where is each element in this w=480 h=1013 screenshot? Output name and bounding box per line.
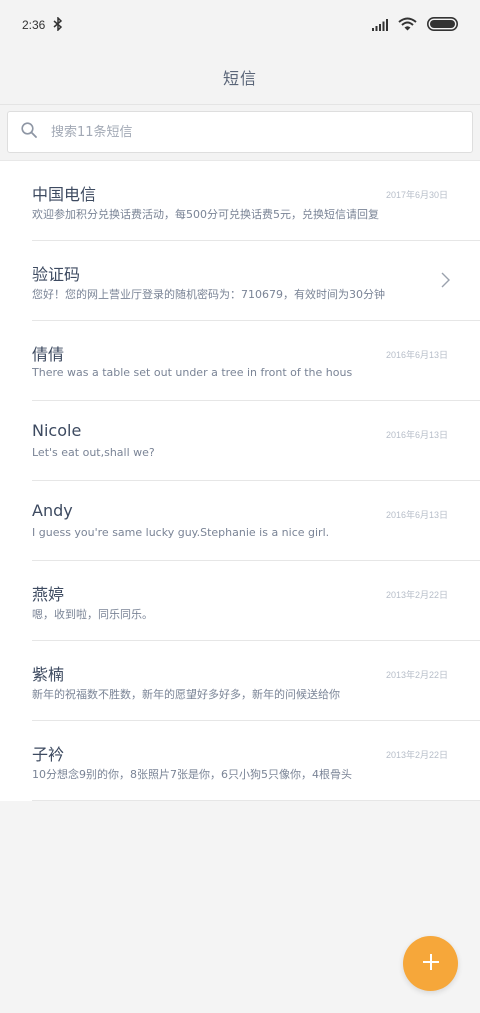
message-preview: 您好！您的网上营业厅登录的随机密码为：710679，有效时间为30分钟 [32,288,385,301]
message-preview: I guess you're same lucky guy.Stephanie … [32,526,330,539]
new-message-button[interactable] [403,936,458,991]
chevron-right-icon [441,272,450,292]
message-preview: 新年的祝福数不胜数，新年的愿望好多好多，新年的问候送给你 [32,688,340,701]
message-preview: 嗯，收到啦，同乐同乐。 [32,608,153,621]
status-left: 2:36 [22,15,63,34]
contact-name: 子衿 [32,745,65,764]
plus-icon [422,953,440,975]
message-date: 2013年2月22日 [385,750,448,760]
conversation-list: 中国电信 2017年6月30日 欢迎参加积分兑换话费活动，每500分可兑换话费5… [0,161,480,801]
conversation-item[interactable]: Nicole 2016年6月13日 Let's eat out,shall we… [32,401,480,481]
conversation-item[interactable]: 紫楠 2013年2月22日 新年的祝福数不胜数，新年的愿望好多好多，新年的问候送… [32,641,480,721]
page-title: 短信 [222,69,257,88]
message-date: 2016年6月13日 [385,430,448,440]
contact-name: Andy [32,501,73,520]
search-bar [0,104,480,161]
contact-name: 燕婷 [32,585,65,604]
search-input[interactable] [49,123,433,141]
status-time: 2:36 [22,18,46,32]
conversation-item[interactable]: 子衿 2013年2月22日 10分想念9别的你，8张照片7张是你，6只小狗5只像… [32,721,480,801]
conversation-item[interactable]: 倩倩 2016年6月13日 There was a table set out … [32,321,480,401]
status-bar: 2:36 [0,0,480,50]
search-icon [21,122,37,142]
message-date: 2017年6月30日 [385,190,448,200]
message-preview: 欢迎参加积分兑换话费活动，每500分可兑换话费5元，兑换短信请回复 [32,208,379,221]
title-bar: 短信 [0,50,480,104]
battery-icon [427,16,458,35]
conversation-item[interactable]: 中国电信 2017年6月30日 欢迎参加积分兑换话费活动，每500分可兑换话费5… [32,161,480,241]
message-date: 2016年6月13日 [385,350,448,360]
bluetooth-icon [53,15,63,34]
status-right [372,16,458,35]
message-preview: 10分想念9别的你，8张照片7张是你，6只小狗5只像你，4根骨头 [32,768,352,781]
search-box[interactable] [7,111,473,153]
message-preview: There was a table set out under a tree i… [32,366,353,379]
contact-name: 紫楠 [32,665,65,684]
contact-name: Nicole [32,421,82,440]
conversation-item[interactable]: 燕婷 2013年2月22日 嗯，收到啦，同乐同乐。 [32,561,480,641]
wifi-icon [398,16,417,35]
conversation-item[interactable]: Andy 2016年6月13日 I guess you're same luck… [32,481,480,561]
message-date: 2016年6月13日 [385,510,448,520]
conversation-item[interactable]: 验证码 您好！您的网上营业厅登录的随机密码为：710679，有效时间为30分钟 [32,241,480,321]
contact-name: 倩倩 [32,345,65,364]
message-date: 2013年2月22日 [385,670,448,680]
message-preview: Let's eat out,shall we? [32,446,155,459]
message-date: 2013年2月22日 [385,590,448,600]
signal-icon [372,16,388,35]
contact-name: 中国电信 [32,185,97,204]
contact-name: 验证码 [32,265,81,284]
